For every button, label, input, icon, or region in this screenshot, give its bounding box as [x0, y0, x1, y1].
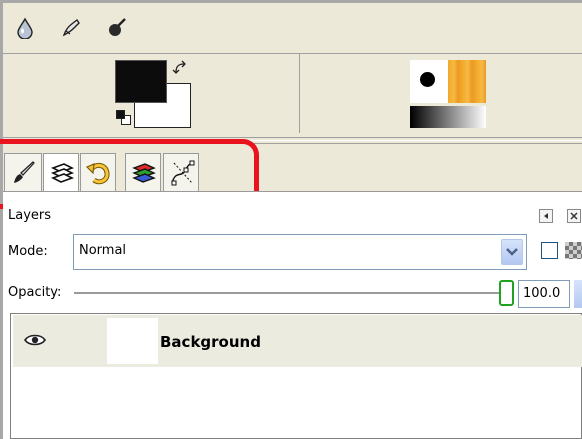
gradient-preview[interactable]	[410, 106, 486, 128]
pattern-preview[interactable]	[448, 60, 486, 103]
layer-name: Background	[160, 333, 261, 351]
smudge-icon[interactable]	[60, 17, 82, 39]
mode-dropdown-button[interactable]	[501, 239, 523, 265]
swap-colors-icon[interactable]	[172, 60, 190, 78]
opacity-slider-track[interactable]	[74, 292, 506, 294]
opacity-spin-arrows[interactable]	[574, 280, 582, 308]
layers-panel-title: Layers	[8, 208, 52, 223]
blur-sharpen-icon[interactable]	[14, 17, 36, 40]
panel-divider	[3, 137, 582, 138]
lock-alpha-checkbox[interactable]	[541, 242, 558, 259]
layer-thumbnail	[107, 318, 158, 364]
panel-close-button[interactable]	[567, 209, 581, 223]
opacity-value: 100.0	[523, 286, 561, 301]
opacity-slider-handle[interactable]	[499, 280, 514, 306]
layer-row[interactable]	[13, 315, 582, 367]
panel-menu-button[interactable]	[539, 209, 553, 223]
opacity-label: Opacity:	[8, 285, 62, 300]
mode-select[interactable]	[73, 234, 527, 270]
lock-alpha-icon	[565, 242, 582, 259]
mode-value: Normal	[79, 243, 127, 258]
toolbox-divider	[3, 53, 582, 54]
default-colors-icon[interactable]	[116, 110, 132, 126]
mode-label: Mode:	[8, 244, 48, 259]
brush-preview[interactable]	[410, 60, 448, 103]
eye-visibility-icon[interactable]	[24, 333, 46, 347]
dodge-burn-icon[interactable]	[106, 16, 128, 38]
color-area-divider	[299, 53, 300, 133]
foreground-color-swatch[interactable]	[115, 60, 167, 103]
